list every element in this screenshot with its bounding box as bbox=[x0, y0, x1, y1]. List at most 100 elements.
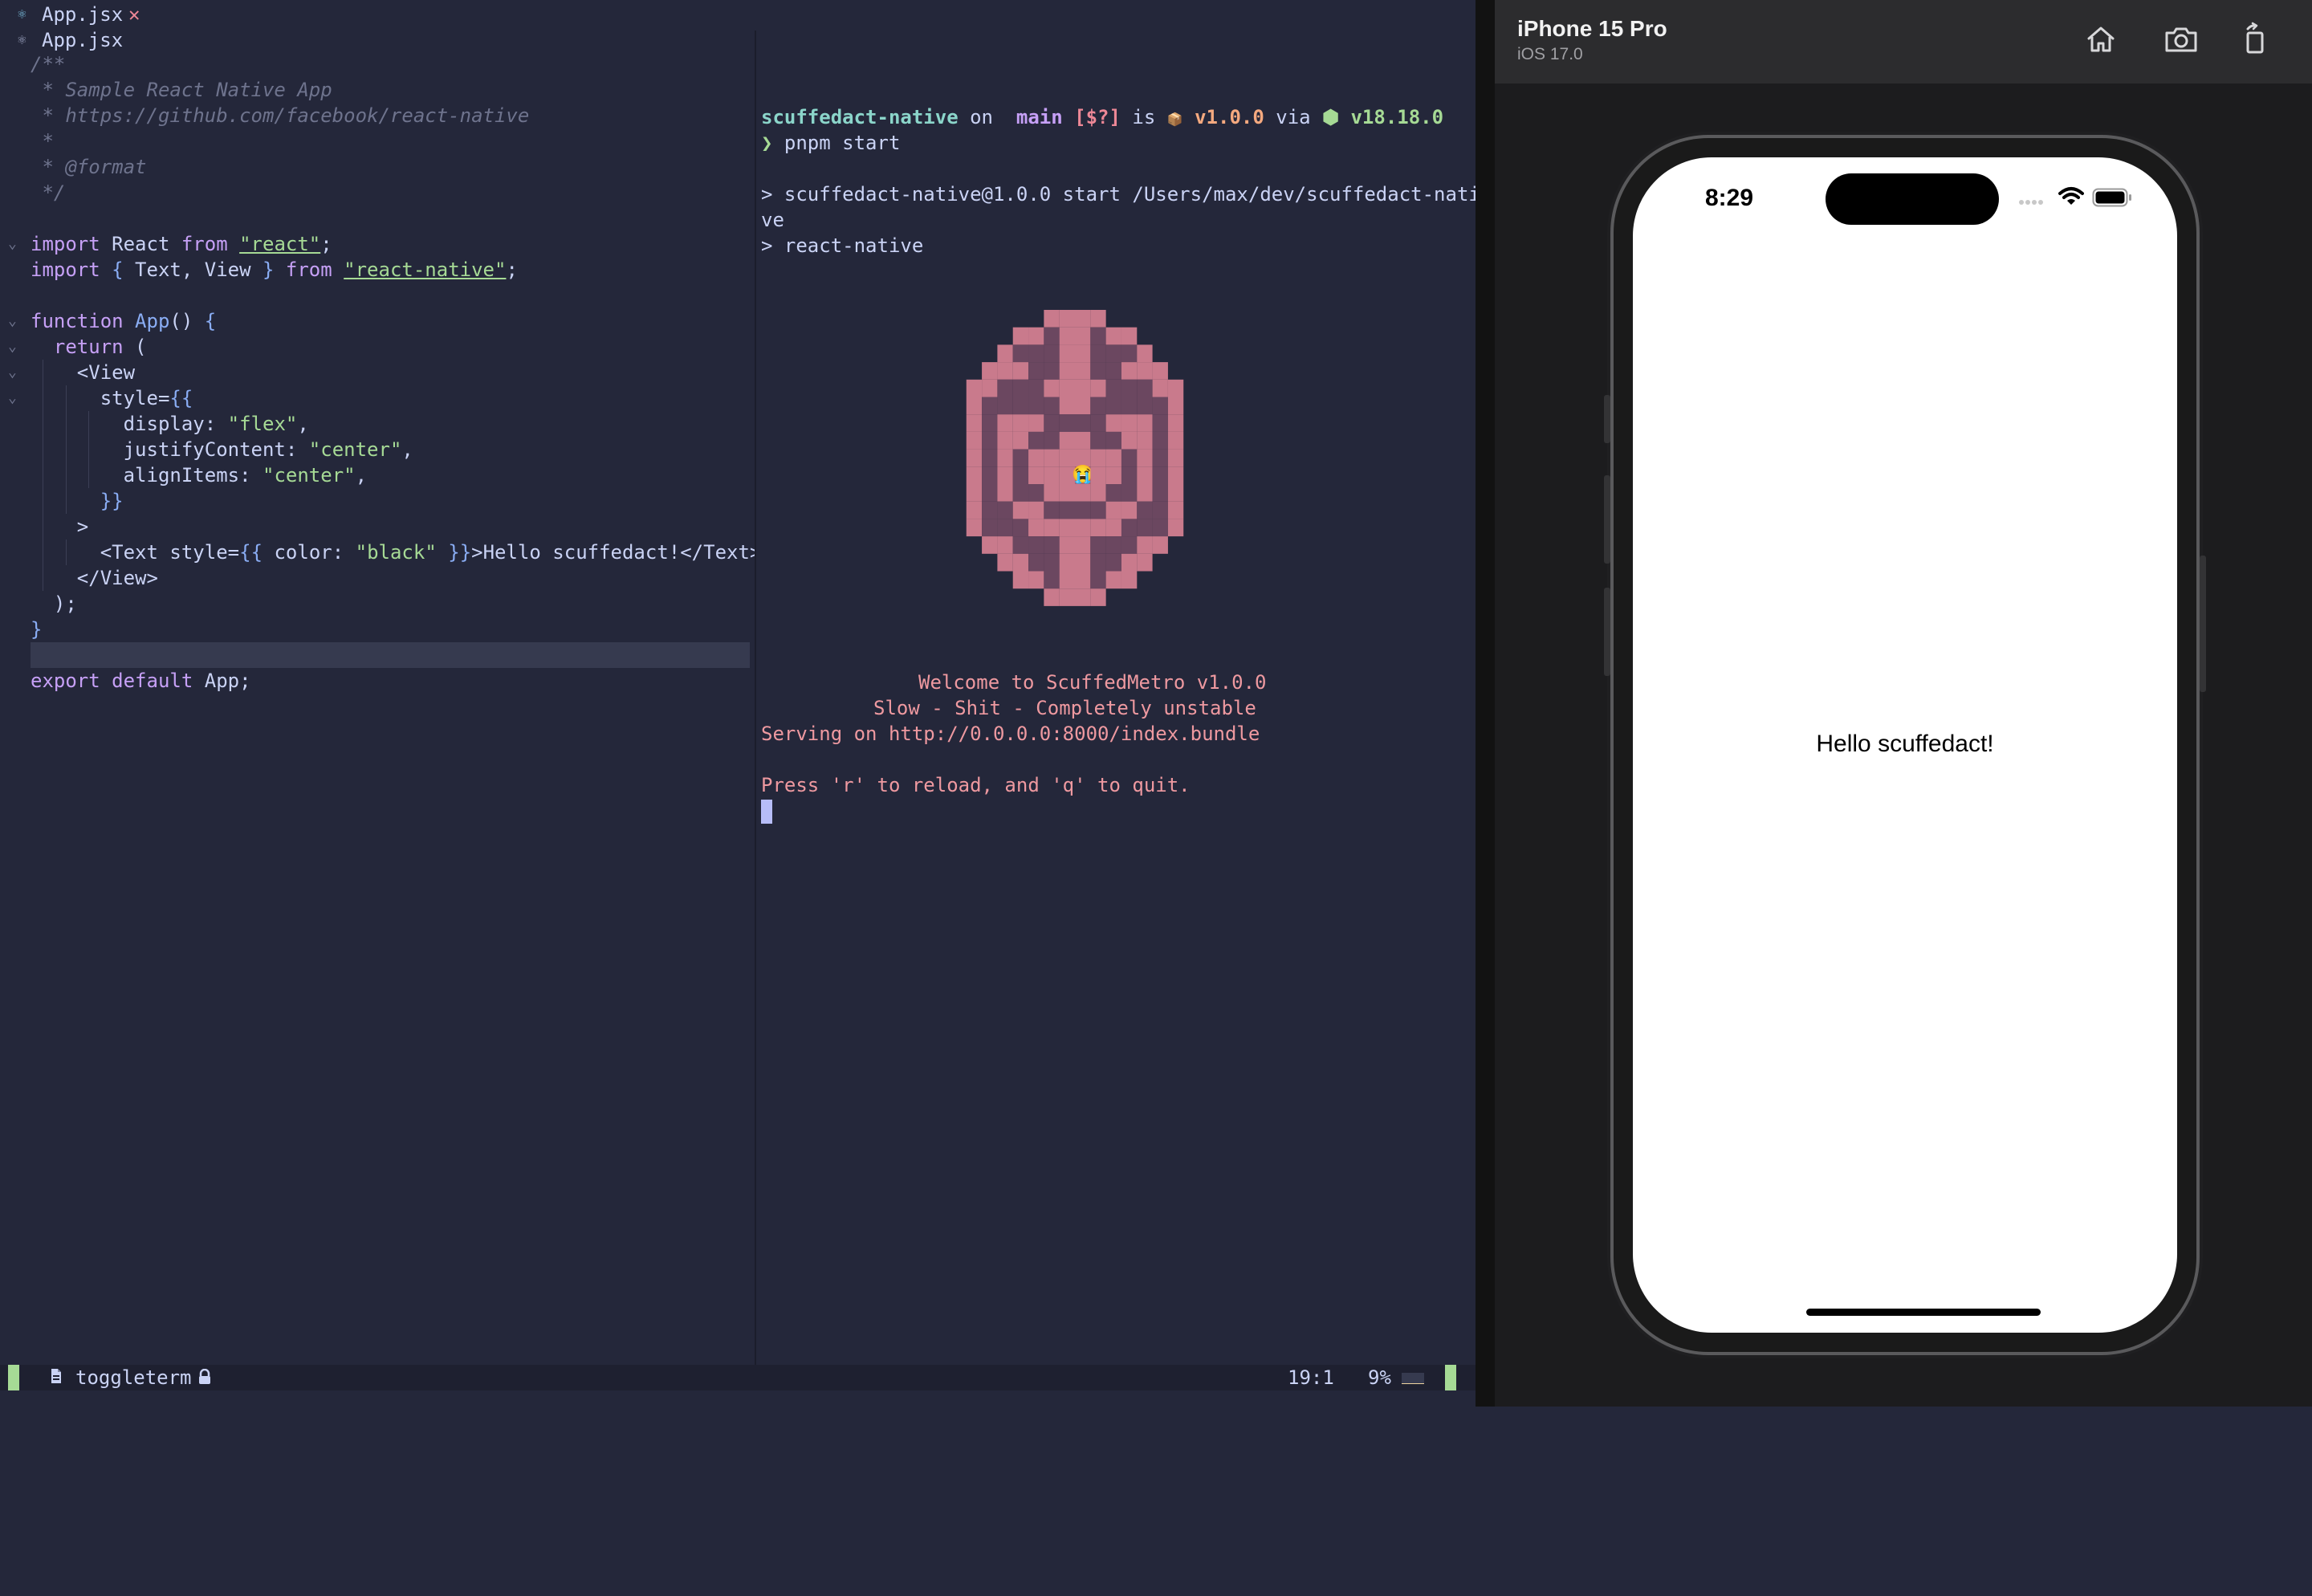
logo-pixel bbox=[1059, 571, 1075, 589]
logo-pixel bbox=[1075, 519, 1091, 537]
logo-pixel bbox=[1105, 414, 1121, 432]
logo-pixel bbox=[1075, 414, 1091, 432]
logo-pixel bbox=[1059, 327, 1075, 345]
reload-hint-text: Press 'r' to reload, and 'q' to quit. bbox=[761, 774, 1191, 796]
logo-pixel bbox=[982, 536, 998, 554]
code-line[interactable]: } bbox=[0, 617, 755, 642]
serving-text: Serving on http://0.0.0.0:8000/index.bun… bbox=[761, 723, 1260, 745]
code-line[interactable]: * Sample React Native App bbox=[0, 77, 755, 103]
logo-pixel bbox=[1121, 327, 1138, 345]
code-line[interactable]: ⌄ <View bbox=[0, 360, 755, 385]
logo-pixel bbox=[1028, 449, 1044, 467]
code-line[interactable]: * bbox=[0, 128, 755, 154]
logo-pixel bbox=[1152, 519, 1168, 537]
home-indicator[interactable] bbox=[1806, 1309, 2041, 1316]
code-text: * bbox=[31, 130, 54, 153]
logo-pixel bbox=[1137, 397, 1153, 415]
code-line[interactable]: * https://github.com/facebook/react-nati… bbox=[0, 103, 755, 128]
fold-chevron-icon[interactable]: ⌄ bbox=[8, 360, 17, 385]
code-line[interactable]: ⌄ import React from "react"; bbox=[0, 231, 755, 257]
react-icon: ⚛ bbox=[18, 6, 26, 22]
volume-up-button[interactable] bbox=[1604, 475, 1610, 564]
volume-down-button[interactable] bbox=[1604, 588, 1610, 676]
code-text: /** bbox=[31, 53, 66, 75]
logo-pixel bbox=[1059, 501, 1075, 519]
app-hello-text: Hello scuffedact! bbox=[1816, 731, 1994, 757]
logo-pixel bbox=[1090, 414, 1106, 432]
code-text: export default App; bbox=[31, 670, 251, 692]
action-button[interactable] bbox=[1604, 395, 1610, 443]
logo-pixel bbox=[997, 501, 1013, 519]
cursor-position: 19:1 bbox=[1288, 1366, 1334, 1389]
code-line[interactable]: ); bbox=[0, 591, 755, 617]
code-line[interactable]: justifyContent: "center", bbox=[0, 437, 755, 462]
code-line[interactable] bbox=[0, 206, 755, 231]
code-line[interactable]: > bbox=[0, 514, 755, 539]
logo-pixel bbox=[1090, 344, 1106, 363]
tab-app-jsx[interactable]: ⚛ App.jsx bbox=[0, 27, 755, 53]
logo-pixel bbox=[1028, 466, 1044, 484]
code-line[interactable]: */ bbox=[0, 180, 755, 206]
logo-pixel bbox=[1044, 484, 1060, 502]
code-text: > bbox=[76, 515, 89, 538]
power-button[interactable] bbox=[2200, 556, 2206, 692]
logo-pixel bbox=[997, 519, 1013, 537]
logo-pixel bbox=[1012, 466, 1029, 484]
logo-pixel bbox=[1028, 484, 1044, 502]
code-line[interactable]: /** bbox=[0, 51, 755, 77]
code-line[interactable]: </View> bbox=[0, 565, 755, 591]
logo-pixel bbox=[1059, 414, 1075, 432]
logo-pixel bbox=[1121, 553, 1138, 572]
logo-pixel bbox=[1028, 379, 1044, 397]
home-icon[interactable] bbox=[2082, 21, 2119, 58]
logo-pixel bbox=[1137, 484, 1153, 502]
code-line[interactable]: ⌄ function App() { bbox=[0, 308, 755, 334]
code-editor[interactable]: ⚛ App.jsx ✕ ⚛ App.jsx /** * Sample React… bbox=[0, 0, 761, 1365]
code-line[interactable]: import { Text, View } from "react-native… bbox=[0, 257, 755, 283]
logo-pixel bbox=[1059, 536, 1075, 554]
code-line[interactable] bbox=[0, 283, 755, 308]
logo-pixel bbox=[1059, 310, 1075, 328]
logo-pixel bbox=[1075, 484, 1091, 502]
command-line[interactable] bbox=[0, 1390, 1476, 1407]
logo-pixel bbox=[1059, 344, 1075, 363]
logo-pixel bbox=[1121, 449, 1138, 467]
code-line[interactable]: alignItems: "center", bbox=[0, 462, 755, 488]
code-line[interactable]: }} bbox=[0, 488, 755, 514]
code-text: justifyContent: "center", bbox=[123, 438, 413, 461]
terminal-pane[interactable]: scuffedact-native on main [$?] is 📦 v1.0… bbox=[756, 0, 1480, 1365]
screenshot-icon[interactable] bbox=[2163, 21, 2200, 58]
code-line[interactable]: ⌄ style={{ bbox=[0, 385, 755, 411]
code-line[interactable]: * @format bbox=[0, 154, 755, 180]
fold-chevron-icon[interactable]: ⌄ bbox=[8, 308, 17, 334]
fold-chevron-icon[interactable]: ⌄ bbox=[8, 385, 17, 411]
logo-pixel bbox=[997, 553, 1013, 572]
code-line[interactable]: <Text style={{ color: "black" }}>Hello s… bbox=[0, 539, 761, 565]
code-line[interactable] bbox=[31, 642, 750, 668]
logo-pixel bbox=[1028, 327, 1044, 345]
fold-chevron-icon[interactable]: ⌄ bbox=[8, 334, 17, 360]
logo-pixel bbox=[982, 466, 998, 484]
window-gap bbox=[1476, 0, 1495, 1407]
logo-pixel bbox=[1012, 449, 1029, 467]
code-line[interactable]: display: "flex", bbox=[0, 411, 755, 437]
code-line[interactable]: ⌄ return ( bbox=[0, 334, 755, 360]
logo-pixel bbox=[966, 449, 983, 467]
logo-pixel bbox=[1137, 519, 1153, 537]
logo-pixel bbox=[1075, 553, 1091, 572]
phone-screen[interactable]: 8:29 Hello scuffedact! bbox=[1633, 157, 2177, 1333]
code-area[interactable]: /** * Sample React Native App * https://… bbox=[0, 51, 761, 694]
logo-pixel bbox=[1090, 397, 1106, 415]
logo-pixel bbox=[1028, 362, 1044, 380]
logo-pixel bbox=[997, 379, 1013, 397]
rotate-icon[interactable] bbox=[2237, 21, 2273, 58]
logo-pixel bbox=[1137, 431, 1153, 450]
tab-app-jsx-active[interactable]: ⚛ App.jsx ✕ bbox=[0, 2, 755, 27]
close-icon[interactable]: ✕ bbox=[128, 2, 140, 27]
code-line[interactable]: export default App; bbox=[0, 668, 755, 694]
fold-chevron-icon[interactable]: ⌄ bbox=[8, 231, 17, 257]
logo-pixel bbox=[997, 414, 1013, 432]
logo-pixel bbox=[1059, 431, 1075, 450]
logo-pixel bbox=[1152, 449, 1168, 467]
logo-pixel bbox=[1044, 466, 1060, 484]
